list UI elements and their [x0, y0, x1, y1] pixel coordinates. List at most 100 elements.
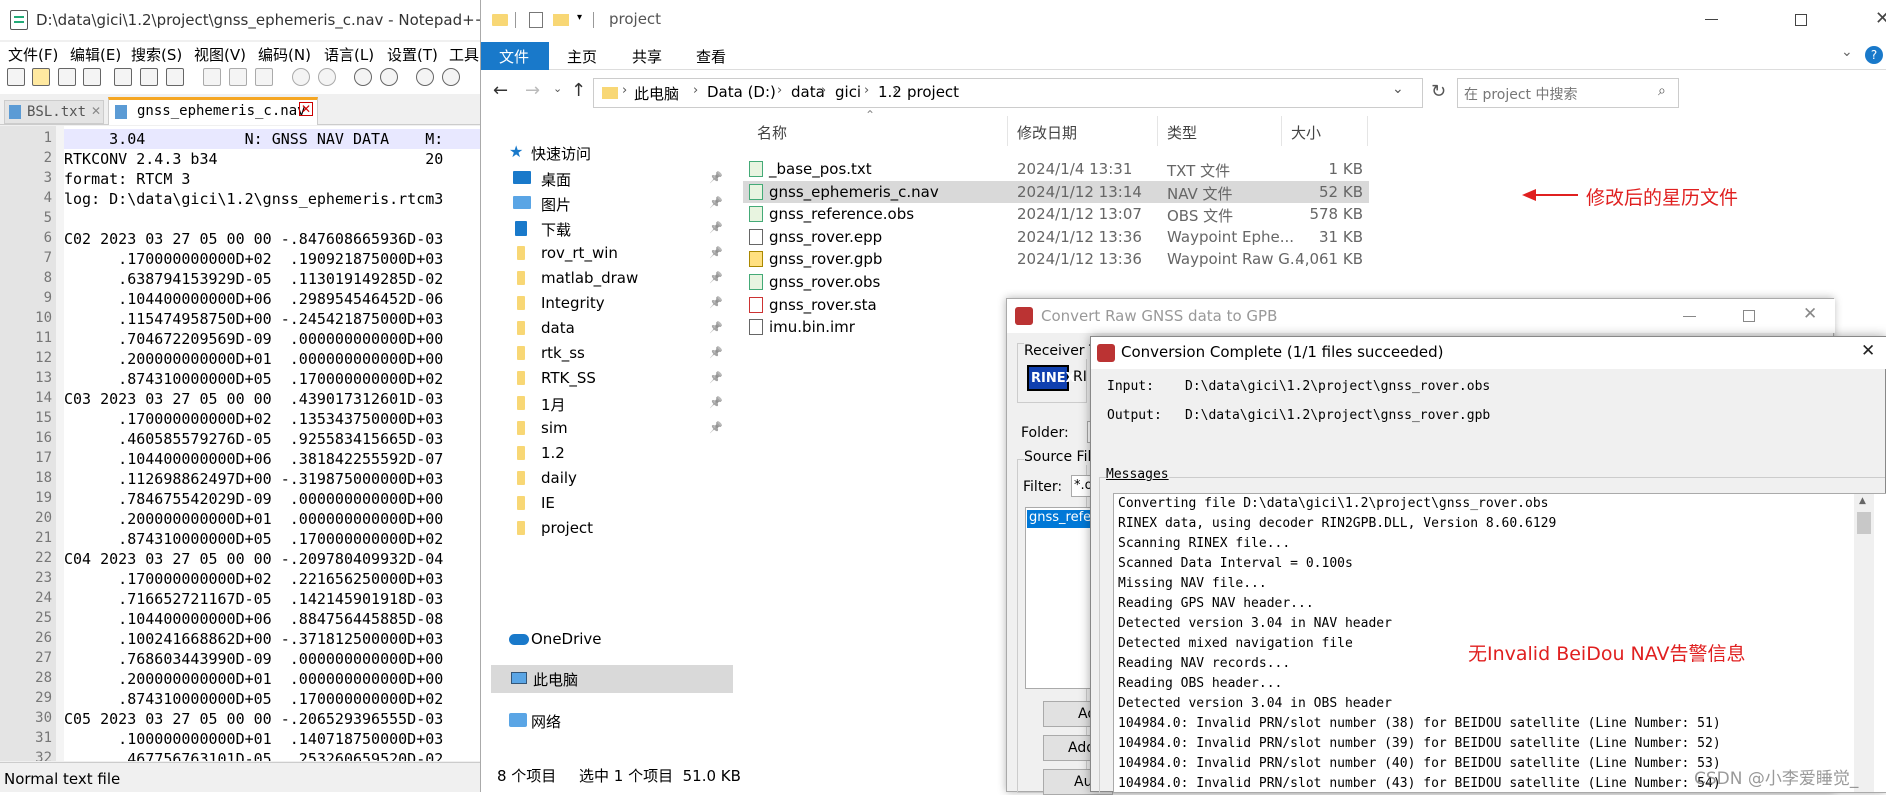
nav-item[interactable]: rov_rt_win 📌 — [513, 242, 739, 266]
close-window-button[interactable]: ✕ — [1861, 341, 1875, 361]
breadcrumb-segment[interactable]: Data (D:) — [707, 83, 776, 101]
nav-item[interactable]: IE — [513, 492, 739, 516]
ribbon-tab-view[interactable]: 查看 — [696, 46, 726, 67]
maximize-button[interactable] — [1743, 310, 1755, 322]
pin-icon[interactable]: 📌 — [709, 346, 723, 359]
properties-icon[interactable] — [529, 12, 543, 28]
nav-item[interactable]: 下载 📌 — [513, 217, 739, 241]
file-row[interactable]: gnss_rover.epp 2024/1/12 13:36 Waypoint Ep… — [743, 226, 1369, 248]
folder-icon[interactable] — [553, 14, 569, 26]
menu-tools[interactable]: 工具 — [449, 44, 479, 65]
file-row[interactable]: gnss_rover.gpb 2024/1/12 13:36 Waypoint Ra… — [743, 248, 1369, 270]
header-date[interactable]: 修改日期 — [1017, 122, 1077, 143]
close-icon[interactable]: ✕ — [299, 102, 313, 116]
menu-search[interactable]: 搜索(S) — [131, 44, 182, 65]
scroll-up-icon[interactable]: ▲ — [1859, 496, 1866, 506]
zoom-in-icon[interactable] — [416, 68, 434, 86]
tab-bsl[interactable]: BSL.txt ✕ — [4, 100, 104, 124]
print-icon[interactable] — [166, 68, 184, 86]
rinex-button[interactable]: RINEX — [1027, 365, 1076, 391]
close-window-button[interactable]: ✕ — [1803, 304, 1817, 324]
header-type[interactable]: 类型 — [1167, 122, 1197, 143]
chevron-right-icon[interactable]: › — [864, 83, 869, 98]
breadcrumb-segment[interactable]: data — [791, 83, 825, 101]
refresh-icon[interactable]: ↻ — [1431, 81, 1446, 102]
open-folder-icon[interactable] — [32, 68, 50, 86]
file-row[interactable]: gnss_reference.obs 2024/1/12 13:07 OBS 文件 5… — [743, 203, 1369, 225]
chevron-down-icon[interactable]: ⌄ — [1841, 44, 1853, 60]
nav-item[interactable]: rtk_ss 📌 — [513, 342, 739, 366]
chevron-down-icon[interactable]: ▾ — [577, 12, 582, 23]
up-arrow-icon[interactable]: ↑ — [571, 80, 586, 101]
npp-editor[interactable]: 1 3.04 N: GNSS NAV DATA M: 2 RTKCONV 2.4.3… — [0, 126, 480, 761]
chevron-right-icon[interactable]: › — [777, 83, 782, 98]
breadcrumb-segment[interactable]: project — [907, 83, 959, 101]
help-icon[interactable]: ? — [1865, 46, 1883, 64]
file-row[interactable]: _base_pos.txt 2024/1/4 13:31 TXT 文件 1 KB — [743, 158, 1369, 180]
nav-item[interactable]: 1月 📌 — [513, 392, 739, 416]
paste-icon[interactable] — [255, 68, 273, 86]
pin-icon[interactable]: 📌 — [709, 371, 723, 384]
maximize-button[interactable] — [1795, 14, 1807, 26]
pin-icon[interactable]: 📌 — [709, 221, 723, 234]
chevron-right-icon[interactable]: › — [693, 83, 698, 98]
minimize-button[interactable] — [1683, 316, 1696, 317]
file-row[interactable]: gnss_ephemeris_c.nav 2024/1/12 13:14 NAV 文… — [743, 180, 1369, 203]
ribbon-tab-home[interactable]: 主页 — [567, 46, 597, 67]
nav-item[interactable]: sim 📌 — [513, 417, 739, 441]
nav-item[interactable]: RTK_SS 📌 — [513, 367, 739, 391]
breadcrumb-segment[interactable]: 1.2 — [878, 83, 902, 101]
nav-item[interactable]: data 📌 — [513, 317, 739, 341]
pin-icon[interactable]: 📌 — [709, 321, 723, 334]
new-file-icon[interactable] — [7, 68, 25, 86]
pin-icon[interactable]: 📌 — [709, 396, 723, 409]
messages-scrollbar[interactable]: ▲ — [1854, 494, 1874, 792]
file-row[interactable]: gnss_rover.obs — [743, 271, 1369, 293]
cut-icon[interactable] — [203, 68, 221, 86]
close-icon[interactable]: ✕ — [91, 104, 101, 118]
address-dropdown-icon[interactable]: ⌄ — [1392, 81, 1404, 97]
address-bar[interactable]: › 此电脑 › Data (D:) › data › gici › 1.2 › project ⌄ — [593, 78, 1423, 108]
zoom-out-icon[interactable] — [442, 68, 460, 86]
pin-icon[interactable]: 📌 — [709, 171, 723, 184]
header-size[interactable]: 大小 — [1291, 122, 1321, 143]
close-file-icon[interactable] — [114, 68, 132, 86]
copy-icon[interactable] — [229, 68, 247, 86]
forward-arrow-icon[interactable]: → — [525, 80, 540, 101]
pin-icon[interactable]: 📌 — [709, 246, 723, 259]
save-icon[interactable] — [58, 68, 76, 86]
recent-chevron-icon[interactable]: ⌄ — [553, 82, 562, 95]
nav-item[interactable]: daily — [513, 467, 739, 491]
menu-settings[interactable]: 设置(T) — [387, 44, 438, 65]
replace-icon[interactable] — [380, 68, 398, 86]
nav-item[interactable]: 桌面 📌 — [513, 167, 739, 191]
menu-view[interactable]: 视图(V) — [194, 44, 246, 65]
breadcrumb-segment[interactable]: 此电脑 — [634, 83, 679, 104]
undo-icon[interactable] — [292, 68, 310, 86]
pin-icon[interactable]: 📌 — [709, 421, 723, 434]
tab-nav[interactable]: gnss_ephemeris_c.nav ✕ — [108, 97, 318, 125]
header-name[interactable]: 名称 — [757, 122, 787, 143]
search-box[interactable]: 在 project 中搜索 ⌕ — [1457, 78, 1679, 108]
menu-language[interactable]: 语言(L) — [324, 44, 374, 65]
save-all-icon[interactable] — [83, 68, 101, 86]
chevron-right-icon[interactable]: › — [893, 83, 898, 98]
menu-edit[interactable]: 编辑(E) — [70, 44, 121, 65]
nav-this-pc[interactable]: 此电脑 — [491, 665, 733, 693]
close-window-button[interactable]: ✕ — [1875, 8, 1886, 29]
scroll-thumb[interactable] — [1857, 512, 1871, 534]
nav-item[interactable]: project — [513, 517, 739, 541]
pin-icon[interactable]: 📌 — [709, 196, 723, 209]
ribbon-tab-file[interactable]: 文件 — [481, 42, 549, 70]
menu-encoding[interactable]: 编码(N) — [258, 44, 311, 65]
find-icon[interactable] — [354, 68, 372, 86]
close-all-icon[interactable] — [140, 68, 158, 86]
redo-icon[interactable] — [318, 68, 336, 86]
breadcrumb-segment[interactable]: gici — [835, 83, 861, 101]
pin-icon[interactable]: 📌 — [709, 271, 723, 284]
pin-icon[interactable]: 📌 — [709, 296, 723, 309]
back-arrow-icon[interactable]: ← — [493, 80, 508, 101]
minimize-button[interactable] — [1705, 19, 1718, 20]
ribbon-tab-share[interactable]: 共享 — [632, 46, 662, 67]
menu-file[interactable]: 文件(F) — [8, 44, 58, 65]
